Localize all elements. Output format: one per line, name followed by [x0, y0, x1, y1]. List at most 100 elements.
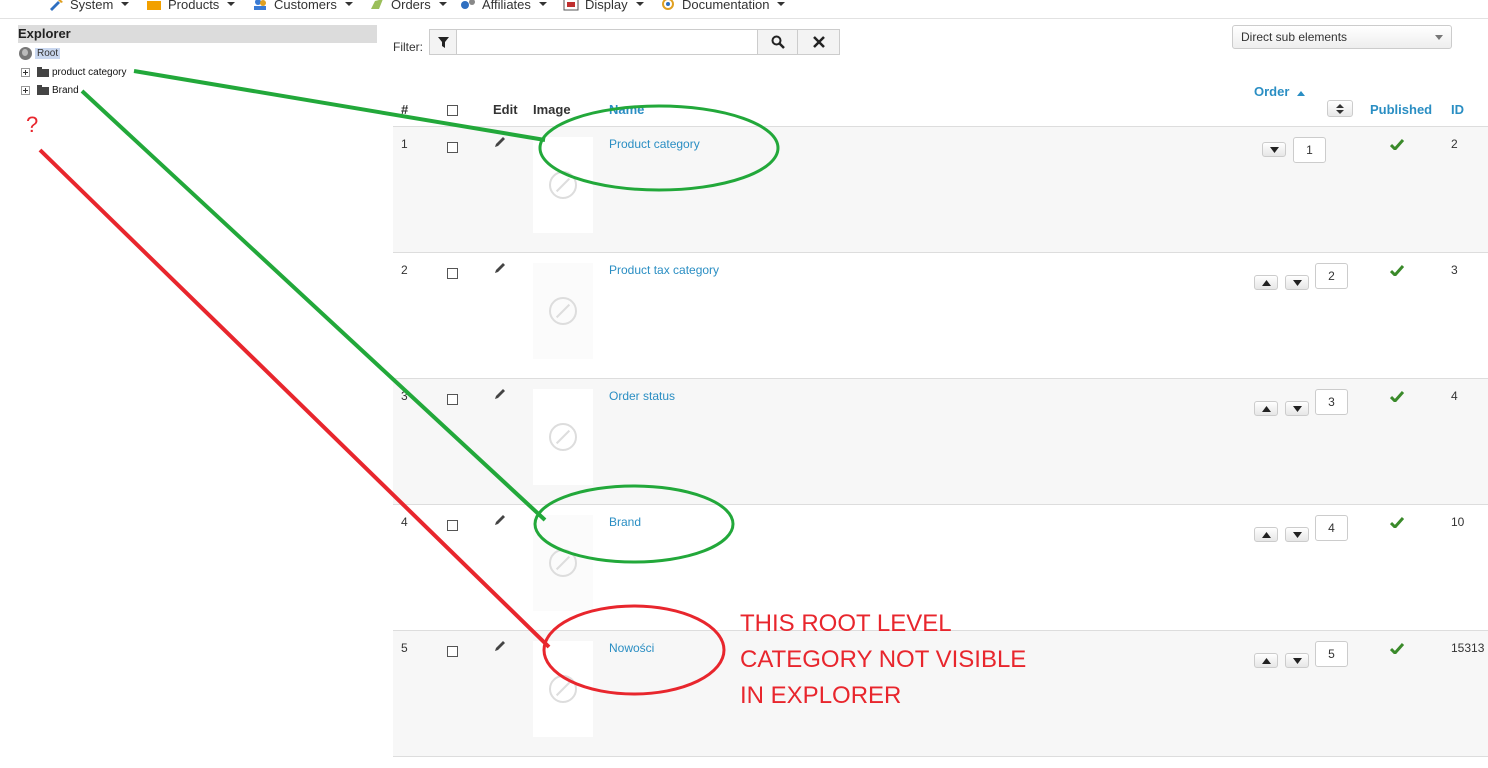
order-input[interactable]: 3 — [1315, 389, 1348, 415]
checkmark-icon[interactable] — [1390, 265, 1404, 276]
checkmark-icon[interactable] — [1390, 391, 1404, 402]
annotation-question-mark: ? — [26, 112, 39, 137]
tree-root-label: Root — [35, 48, 61, 59]
order-input[interactable]: 5 — [1315, 641, 1348, 667]
order-down-button[interactable] — [1285, 275, 1309, 290]
chevron-down-icon — [227, 2, 236, 6]
checkmark-icon[interactable] — [1390, 643, 1404, 654]
top-menu-bar: System Products Customers Orders Affilia… — [0, 0, 1488, 19]
explorer-title: Explorer — [18, 26, 71, 41]
order-up-button[interactable] — [1254, 275, 1278, 290]
row-checkbox[interactable] — [447, 142, 458, 153]
filter-input[interactable] — [457, 29, 757, 55]
no-image-icon — [549, 423, 577, 451]
menu-affiliates[interactable]: Affiliates — [460, 0, 547, 13]
sort-icon — [1336, 103, 1344, 114]
expand-icon[interactable] — [21, 68, 30, 77]
pencil-icon[interactable] — [493, 639, 507, 653]
menu-products[interactable]: Products — [146, 0, 236, 13]
chevron-down-icon — [344, 2, 353, 6]
tree-node-label: product category — [52, 67, 127, 78]
select-all-checkbox[interactable] — [447, 105, 458, 116]
tree-node-product-category[interactable]: product category — [21, 66, 127, 78]
chevron-down-icon — [538, 2, 547, 6]
col-header-image: Image — [533, 102, 571, 117]
row-name-link[interactable]: Product tax category — [609, 263, 719, 277]
view-mode-value: Direct sub elements — [1241, 30, 1348, 44]
row-number: 1 — [401, 137, 408, 151]
arrow-up-icon — [1261, 531, 1271, 538]
tree-node-label: Brand — [52, 85, 79, 96]
arrow-down-icon — [1292, 405, 1302, 412]
arrow-up-icon — [1261, 657, 1271, 664]
menu-customers[interactable]: Customers — [252, 0, 353, 13]
tree-root[interactable]: Root — [19, 47, 61, 60]
order-up-button[interactable] — [1254, 653, 1278, 668]
menu-documentation[interactable]: Documentation — [660, 0, 786, 13]
menu-display-label: Display — [585, 0, 628, 12]
tree-node-brand[interactable]: Brand — [21, 84, 79, 96]
col-header-order-label: Order — [1254, 84, 1290, 99]
row-name-link[interactable]: Product category — [609, 137, 700, 151]
menu-orders-label: Orders — [391, 0, 431, 12]
menu-system[interactable]: System — [48, 0, 130, 13]
order-input[interactable]: 4 — [1315, 515, 1348, 541]
order-up-button[interactable] — [1254, 401, 1278, 416]
arrow-down-icon — [1269, 146, 1279, 153]
order-down-button[interactable] — [1285, 653, 1309, 668]
row-name-link[interactable]: Brand — [609, 515, 641, 529]
row-checkbox[interactable] — [447, 646, 458, 657]
chevron-down-icon — [121, 2, 130, 6]
pencil-icon[interactable] — [493, 387, 507, 401]
order-down-button[interactable] — [1285, 401, 1309, 416]
category-image — [533, 389, 593, 485]
view-mode-select[interactable]: Direct sub elements — [1232, 25, 1452, 49]
row-checkbox[interactable] — [447, 520, 458, 531]
row-id: 10 — [1451, 515, 1465, 529]
order-up-button[interactable] — [1254, 527, 1278, 542]
col-header-published[interactable]: Published — [1370, 102, 1432, 117]
order-input[interactable]: 1 — [1293, 137, 1326, 163]
table-row — [393, 756, 1488, 768]
clear-filter-button[interactable] — [797, 29, 840, 55]
menu-products-label: Products — [168, 0, 220, 12]
category-image — [533, 137, 593, 233]
col-header-edit: Edit — [493, 102, 518, 117]
search-button[interactable] — [757, 29, 798, 55]
arrow-down-icon — [1292, 657, 1302, 664]
filter-icon-button[interactable] — [429, 29, 457, 55]
col-header-id[interactable]: ID — [1451, 102, 1464, 117]
users-icon — [254, 0, 266, 10]
no-image-icon — [549, 549, 577, 577]
pencil-icon[interactable] — [493, 261, 507, 275]
checkmark-icon[interactable] — [1390, 139, 1404, 150]
row-id: 15313 — [1451, 641, 1485, 655]
pencil-icon[interactable] — [493, 135, 507, 149]
row-id: 3 — [1451, 263, 1458, 277]
col-header-name[interactable]: Name — [609, 102, 644, 117]
menu-system-label: System — [70, 0, 114, 12]
checkmark-icon[interactable] — [1390, 517, 1404, 528]
menu-orders[interactable]: Orders — [369, 0, 447, 13]
chevron-down-icon — [438, 2, 447, 6]
order-down-button[interactable] — [1285, 527, 1309, 542]
menu-customers-label: Customers — [274, 0, 337, 12]
annotation-line: CATEGORY NOT VISIBLE — [740, 646, 1027, 673]
col-header-order[interactable]: Order — [1254, 84, 1306, 99]
row-name-link[interactable]: Nowości — [609, 641, 654, 655]
save-order-button[interactable] — [1327, 100, 1353, 117]
arrow-up-icon — [1261, 405, 1271, 412]
filter-label: Filter: — [393, 40, 423, 54]
row-checkbox[interactable] — [447, 268, 458, 279]
order-input[interactable]: 2 — [1315, 263, 1348, 289]
close-icon — [812, 36, 825, 48]
explorer-header: Explorer — [18, 25, 377, 43]
row-name-link[interactable]: Order status — [609, 389, 675, 403]
menu-display[interactable]: Display — [563, 0, 644, 13]
row-checkbox[interactable] — [447, 394, 458, 405]
order-down-button[interactable] — [1262, 142, 1286, 157]
documentation-icon — [662, 0, 674, 10]
expand-icon[interactable] — [21, 86, 30, 95]
pencil-icon[interactable] — [493, 513, 507, 527]
no-image-icon — [549, 297, 577, 325]
